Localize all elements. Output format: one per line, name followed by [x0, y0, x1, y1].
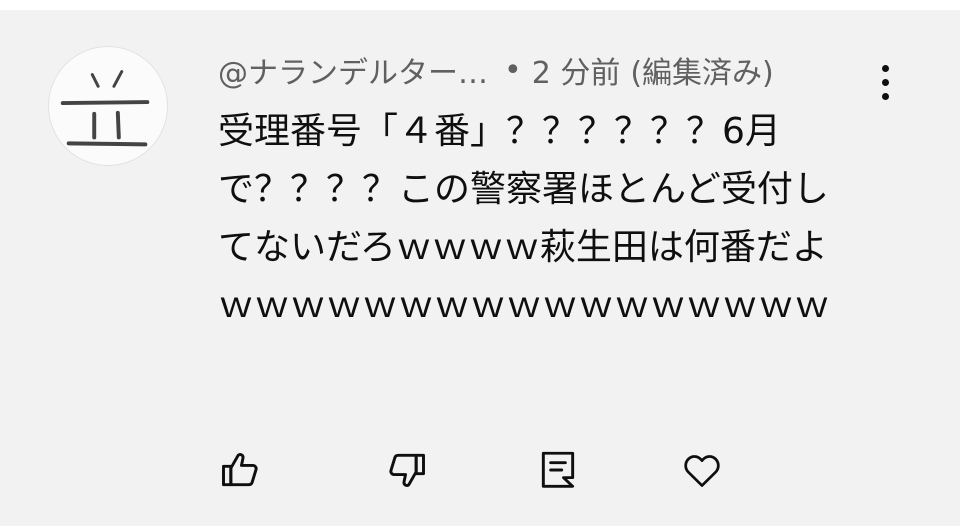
- thumbs-up-icon: [222, 453, 258, 487]
- like-button[interactable]: [216, 446, 264, 494]
- heart-icon: [684, 455, 720, 487]
- top-divider: [0, 0, 960, 10]
- edited-label: (編集済み): [630, 56, 774, 91]
- menu-dot: [881, 64, 889, 72]
- reply-icon: [541, 451, 575, 488]
- avatar[interactable]: [48, 46, 168, 166]
- dislike-button[interactable]: [383, 446, 431, 494]
- thumbs-down-icon: [389, 453, 425, 487]
- meta-separator: •: [504, 52, 522, 88]
- comment-text: 受理番号「４番」？？？？？？6月で？？？？この警察署ほとんど受付してないだろｗｗ…: [218, 111, 831, 326]
- menu-dot: [881, 92, 889, 100]
- reply-button[interactable]: [534, 446, 582, 494]
- heart-button[interactable]: [678, 446, 726, 494]
- menu-dot: [881, 78, 889, 86]
- author-name[interactable]: @ナランデルター…: [218, 48, 488, 92]
- handwritten-kanji-avatar-icon: [60, 70, 150, 147]
- comment-header: @ナランデルター… • 2 分前 (編集済み): [218, 48, 774, 92]
- comment-panel: @ナランデルター… • 2 分前 (編集済み) 受理番号「４番」？？？？？？6月…: [0, 0, 960, 526]
- comment-time[interactable]: 2 分前: [532, 48, 621, 92]
- more-actions-button[interactable]: [864, 56, 906, 108]
